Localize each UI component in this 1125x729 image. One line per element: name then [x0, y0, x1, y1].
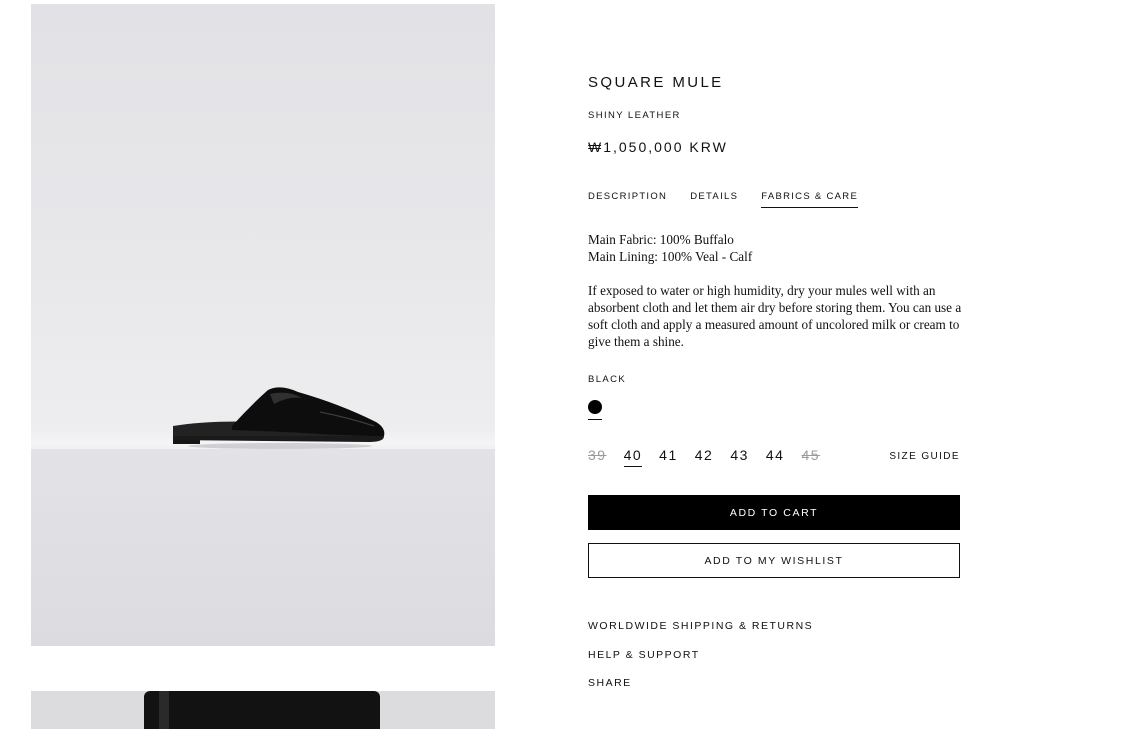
- size-option-40[interactable]: 40: [623, 447, 643, 467]
- size-option-44[interactable]: 44: [766, 447, 785, 467]
- mule-shoe-image: [173, 387, 385, 449]
- secondary-photo-highlight: [159, 691, 169, 729]
- product-photo-main[interactable]: [31, 4, 495, 646]
- add-to-cart-button[interactable]: ADD TO CART: [588, 495, 960, 530]
- main-fabric-text: Main Fabric: 100% Buffalo: [588, 232, 734, 247]
- main-lining-text: Main Lining: 100% Veal - Calf: [588, 249, 753, 264]
- secondary-photo-shoe: [144, 691, 380, 729]
- size-selector: 39 40 41 42 43 44 45: [588, 447, 837, 467]
- size-option-39[interactable]: 39: [588, 447, 607, 467]
- size-option-43[interactable]: 43: [730, 447, 749, 467]
- tab-description[interactable]: DESCRIPTION: [588, 191, 667, 208]
- product-material: SHINY LEATHER: [588, 110, 681, 121]
- care-instructions-text: If exposed to water or high humidity, dr…: [588, 283, 962, 349]
- size-option-42[interactable]: 42: [695, 447, 714, 467]
- tab-details[interactable]: DETAILS: [690, 191, 738, 208]
- help-support-link[interactable]: HELP & SUPPORT: [588, 649, 700, 661]
- fabrics-care-panel: Main Fabric: 100% Buffalo Main Lining: 1…: [588, 231, 963, 350]
- product-tabs: DESCRIPTION DETAILS FABRICS & CARE: [588, 191, 859, 208]
- size-option-45[interactable]: 45: [801, 447, 820, 467]
- size-option-41[interactable]: 41: [659, 447, 678, 467]
- product-photo-secondary[interactable]: [31, 691, 495, 729]
- product-page: SQUARE MULE SHINY LEATHER ₩1,050,000 KRW…: [0, 0, 1125, 729]
- product-price: ₩1,050,000 KRW: [588, 139, 728, 155]
- size-guide-link[interactable]: SIZE GUIDE: [889, 451, 960, 462]
- color-swatch-selected-indicator: [588, 419, 602, 420]
- share-link[interactable]: SHARE: [588, 677, 632, 689]
- product-title: SQUARE MULE: [588, 74, 724, 91]
- color-label: BLACK: [588, 374, 627, 385]
- shipping-returns-link[interactable]: WORLDWIDE SHIPPING & RETURNS: [588, 620, 813, 632]
- color-swatch-black[interactable]: [588, 400, 602, 414]
- tab-fabrics-care[interactable]: FABRICS & CARE: [761, 191, 859, 208]
- add-to-wishlist-button[interactable]: ADD TO MY WISHLIST: [588, 543, 960, 578]
